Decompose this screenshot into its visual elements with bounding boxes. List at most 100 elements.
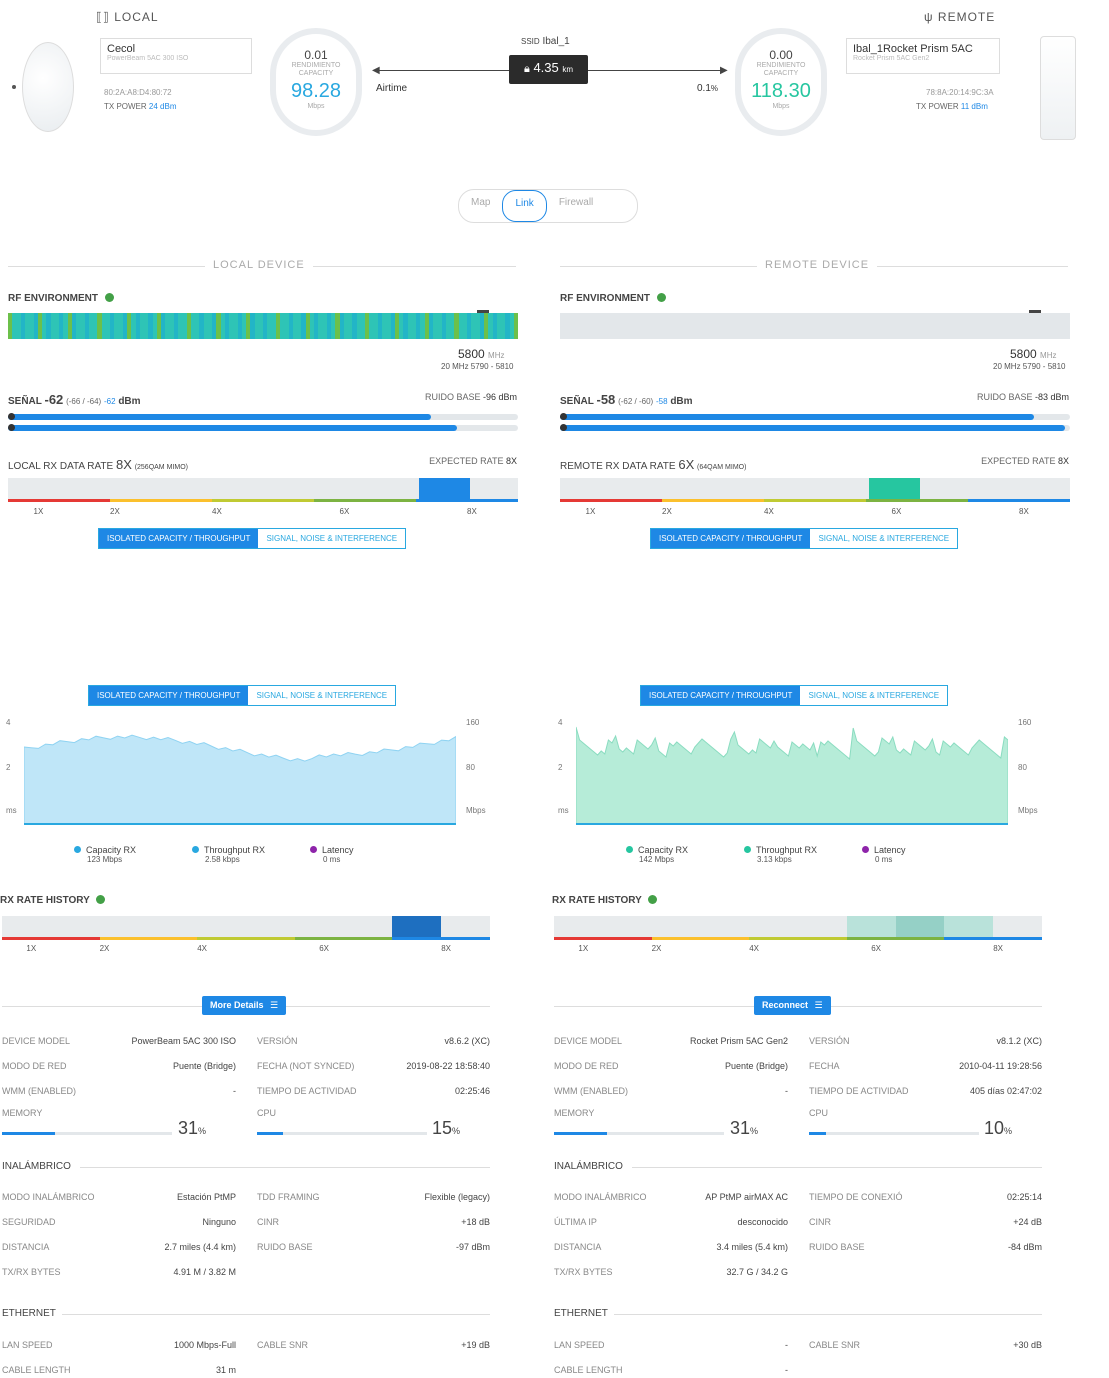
tab-isolated-capacity-2[interactable]: ISOLATED CAPACITY / THROUGHPUT: [89, 686, 249, 705]
view-toggle: Map Link Firewall: [458, 189, 638, 223]
legend-value: 142 Mbps: [639, 855, 675, 864]
action-button[interactable]: Reconnect ☰: [754, 996, 831, 1015]
legend-value: 3.13 kbps: [757, 855, 792, 864]
rate-tick: 1X: [33, 507, 44, 516]
capacity-area: [24, 734, 456, 825]
legend-item[interactable]: Capacity RX 123 Mbps: [74, 845, 136, 864]
axis-left-tick: ms: [558, 806, 569, 815]
local-throughput: 0.01: [304, 48, 328, 62]
remote-device-image: [1040, 36, 1076, 140]
legend-item[interactable]: Latency 0 ms: [310, 845, 354, 864]
rate-segment: [110, 499, 212, 502]
tab-map[interactable]: Map: [459, 190, 502, 222]
axis-right-tick: 160: [1018, 718, 1032, 727]
local-tx-power: TX POWER 24 dBm: [104, 102, 177, 111]
tab-signal-noise[interactable]: SIGNAL, NOISE & INTERFERENCE: [810, 529, 958, 548]
rate-segment: [416, 499, 518, 502]
rf-environment-bar[interactable]: [8, 313, 518, 339]
tab-isolated-capacity[interactable]: ISOLATED CAPACITY / THROUGHPUT: [99, 529, 259, 548]
freq-value: 5800 MHz: [458, 347, 505, 361]
detail-key: DISTANCIA: [554, 1242, 602, 1252]
local-panel: LOCAL DEVICE RF ENVIRONMENT 5800 MHz 20 …: [0, 250, 545, 1378]
detail-key: CABLE SNR: [257, 1340, 309, 1350]
axis-left-tick: 4: [558, 718, 563, 727]
legend-name: Latency: [874, 845, 906, 855]
rate-tick: 8X: [467, 507, 477, 516]
signal-chain-1-dot: [560, 413, 567, 420]
legend-dot-icon: [310, 846, 317, 853]
cpu-bar: [809, 1132, 979, 1135]
legend-item[interactable]: Throughput RX 2.58 kbps: [192, 845, 265, 864]
detail-value: +30 dB: [1013, 1340, 1042, 1350]
status-ok-icon: [104, 293, 114, 302]
local-dot: [12, 85, 16, 89]
signal-chain-2-dot: [8, 424, 15, 431]
legend-item[interactable]: Throughput RX 3.13 kbps: [744, 845, 817, 864]
remote-device-model: Rocket Prism 5AC Gen2: [853, 55, 930, 62]
cpu-value: 15%: [432, 1118, 461, 1138]
rx-rate-ticks: 1X 2X 4X 6X 8X: [560, 507, 1070, 519]
signal-chain-2-bar: [8, 425, 518, 431]
action-button[interactable]: More Details ☰: [202, 996, 287, 1015]
axis-right-tick: Mbps: [1018, 806, 1038, 815]
detail-key: LAN SPEED: [2, 1340, 53, 1350]
tab-isolated-capacity-2[interactable]: ISOLATED CAPACITY / THROUGHPUT: [641, 686, 801, 705]
rate-segment: [8, 499, 110, 502]
rx-data-rate-bar: [8, 478, 518, 502]
signal-chain-2-dot: [560, 424, 567, 431]
remote-throughput: 0.00: [769, 48, 793, 62]
history-level-marker: [392, 916, 442, 937]
expected-rate: EXPECTED RATE 8X: [981, 456, 1069, 466]
status-ok-icon-2: [96, 895, 106, 904]
detail-key: DISTANCIA: [2, 1242, 50, 1252]
freq-value: 5800 MHz: [1010, 347, 1057, 361]
detail-value: -: [785, 1365, 788, 1375]
detail-key: LAN SPEED: [554, 1340, 605, 1350]
header: ⟦⟧ LOCAL Cecol PowerBeam 5AC 300 ISO 80:…: [0, 0, 1109, 150]
tab-signal-noise[interactable]: SIGNAL, NOISE & INTERFERENCE: [258, 529, 406, 548]
history-tick: 2X: [99, 944, 110, 953]
legend-name: Capacity RX: [638, 845, 689, 855]
tab-isolated-capacity[interactable]: ISOLATED CAPACITY / THROUGHPUT: [651, 529, 811, 548]
chart-mode-tabs: ISOLATED CAPACITY / THROUGHPUT SIGNAL, N…: [650, 528, 959, 549]
rf-environment-bar[interactable]: [560, 313, 1070, 339]
tab-link[interactable]: Link: [502, 190, 547, 222]
tab-signal-noise-2[interactable]: SIGNAL, NOISE & INTERFERENCE: [248, 686, 396, 705]
axis-right-tick: Mbps: [466, 806, 486, 815]
capacity-chart[interactable]: [24, 715, 456, 825]
history-tick: 6X: [319, 944, 329, 953]
rate-segment: [968, 499, 1070, 502]
rate-tick: 2X: [662, 507, 672, 516]
tab-firewall[interactable]: Firewall: [547, 190, 605, 222]
local-device-image: [22, 42, 74, 132]
detail-value: 4.91 M / 3.82 M: [173, 1267, 236, 1277]
local-capacity-value: 98.28: [290, 80, 342, 102]
legend-item[interactable]: Capacity RX 142 Mbps: [626, 845, 688, 864]
ethernet-title: ETHERNET: [554, 1308, 608, 1319]
detail-key: CINR: [809, 1217, 831, 1227]
tab-signal-noise-2[interactable]: SIGNAL, NOISE & INTERFERENCE: [800, 686, 948, 705]
local-device-card[interactable]: Cecol PowerBeam 5AC 300 ISO: [100, 38, 252, 74]
remote-device-card[interactable]: Ibal_1Rocket Prism 5AC Rocket Prism 5AC …: [846, 38, 1000, 74]
legend-name: Capacity RX: [86, 845, 137, 855]
chart-mode-tabs-2: ISOLATED CAPACITY / THROUGHPUT SIGNAL, N…: [640, 685, 949, 706]
chart-axis-right: 160 80 Mbps: [1018, 718, 1052, 828]
section-label: REMOTE DEVICE: [757, 259, 878, 271]
detail-value: +19 dB: [461, 1340, 490, 1350]
rx-rate-history-bar[interactable]: [2, 916, 490, 940]
chart-mode-tabs: ISOLATED CAPACITY / THROUGHPUT SIGNAL, N…: [98, 528, 407, 549]
legend-value: 0 ms: [875, 855, 893, 864]
chart-axis-left: 4 2 ms: [6, 718, 22, 828]
history-tick: 4X: [749, 944, 759, 953]
detail-value: Flexible (legacy): [424, 1192, 490, 1202]
capacity-chart[interactable]: [576, 715, 1008, 825]
history-segment: [294, 937, 393, 940]
legend-item[interactable]: Latency 0 ms: [862, 845, 906, 864]
detail-key: MODO INALÁMBRICO: [2, 1192, 95, 1202]
legend-value: 123 Mbps: [87, 855, 123, 864]
detail-value: +24 dB: [1013, 1217, 1042, 1227]
detail-key: CABLE SNR: [809, 1340, 861, 1350]
legend-dot-icon: [192, 846, 199, 853]
noise-floor: RUIDO BASE -96 dBm: [424, 392, 517, 402]
rx-rate-history-bar[interactable]: [554, 916, 1042, 940]
